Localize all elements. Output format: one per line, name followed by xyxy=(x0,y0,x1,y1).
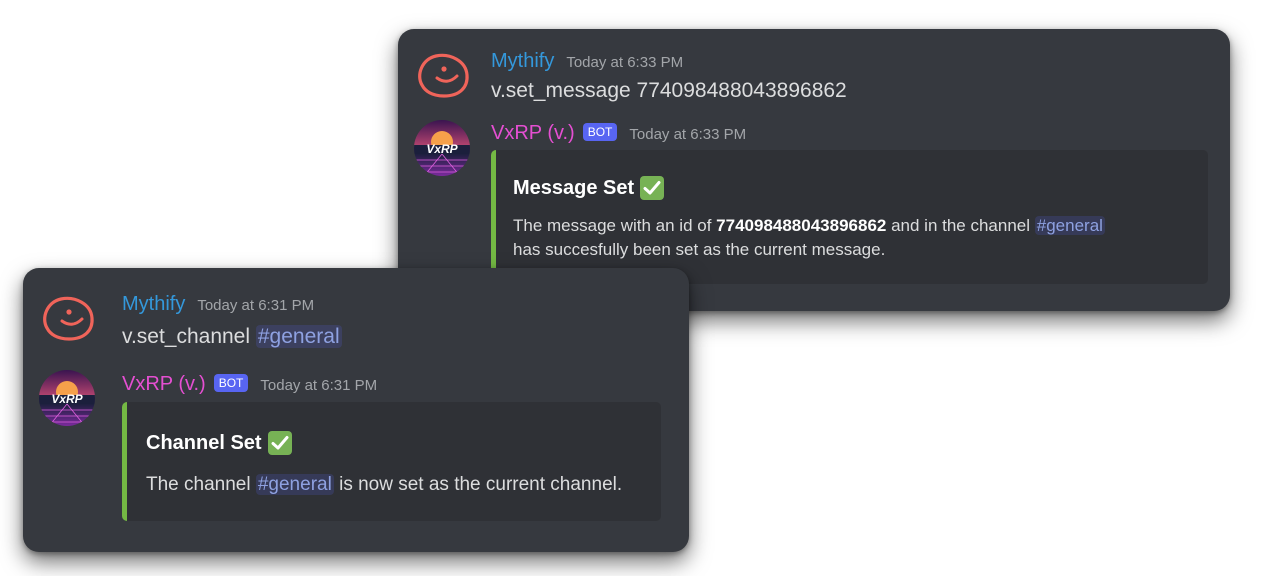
username[interactable]: Mythify xyxy=(491,49,554,73)
embed: Message Set The message with an id of 77… xyxy=(491,150,1208,284)
message-header: VxRP (v.) BOT Today at 6:33 PM xyxy=(491,121,746,145)
message-text: v.set_message 774098488043896862 xyxy=(491,79,847,102)
blob-face-icon xyxy=(418,53,469,98)
embed-title-text: Message Set xyxy=(513,177,635,199)
check-mark-icon xyxy=(267,431,292,455)
timestamp[interactable]: Today at 6:33 PM xyxy=(629,126,746,143)
bot-username[interactable]: VxRP (v.) xyxy=(122,372,206,396)
bot-avatar[interactable]: VxRP xyxy=(39,370,95,426)
bot-avatar[interactable]: VxRP xyxy=(414,120,470,176)
channel-mention[interactable]: #general xyxy=(255,325,342,348)
blob-face-icon xyxy=(43,296,94,341)
message-header: Mythify Today at 6:33 PM xyxy=(491,49,683,73)
embed-title-text: Channel Set xyxy=(146,432,262,454)
message-header: VxRP (v.) BOT Today at 6:31 PM xyxy=(122,372,377,396)
message-text: v.set_channel #general xyxy=(122,324,342,350)
svg-text:VxRP: VxRP xyxy=(51,392,83,406)
message-text-content: v.set_channel xyxy=(122,325,256,348)
vxrp-logo-icon: VxRP xyxy=(39,370,95,426)
embed-description: The channel #general is now set as the c… xyxy=(146,473,622,497)
embed-desc-text: and in the channel xyxy=(886,216,1035,235)
channel-set-screenshot: Mythify Today at 6:31 PM v.set_channel #… xyxy=(23,268,689,552)
bot-username[interactable]: VxRP (v.) xyxy=(491,121,575,145)
embed-desc-text: is now set as the current channel. xyxy=(333,474,623,495)
embed: Channel Set The channel #general is now … xyxy=(122,402,661,521)
vxrp-logo-icon: VxRP xyxy=(414,120,470,176)
check-mark-icon xyxy=(640,176,665,200)
message-id: 774098488043896862 xyxy=(716,216,887,235)
bot-tag-badge: BOT xyxy=(213,374,249,392)
timestamp[interactable]: Today at 6:31 PM xyxy=(260,377,377,394)
timestamp[interactable]: Today at 6:31 PM xyxy=(197,297,314,314)
user-avatar[interactable] xyxy=(39,290,95,346)
embed-desc-text: The channel xyxy=(146,474,256,495)
channel-mention[interactable]: #general xyxy=(255,474,334,495)
embed-desc-text: The message with an id of xyxy=(513,216,717,235)
message-header: Mythify Today at 6:31 PM xyxy=(122,292,314,316)
embed-title: Message Set xyxy=(513,176,665,200)
embed-title: Channel Set xyxy=(146,431,292,455)
embed-description: The message with an id of 77409848804389… xyxy=(513,214,1193,262)
timestamp[interactable]: Today at 6:33 PM xyxy=(566,54,683,71)
channel-mention[interactable]: #general xyxy=(1034,216,1105,235)
username[interactable]: Mythify xyxy=(122,292,185,316)
svg-text:VxRP: VxRP xyxy=(426,142,458,156)
user-avatar[interactable] xyxy=(414,47,470,103)
bot-tag-badge: BOT xyxy=(582,123,618,141)
embed-desc-text: has succesfully been set as the current … xyxy=(513,240,886,259)
